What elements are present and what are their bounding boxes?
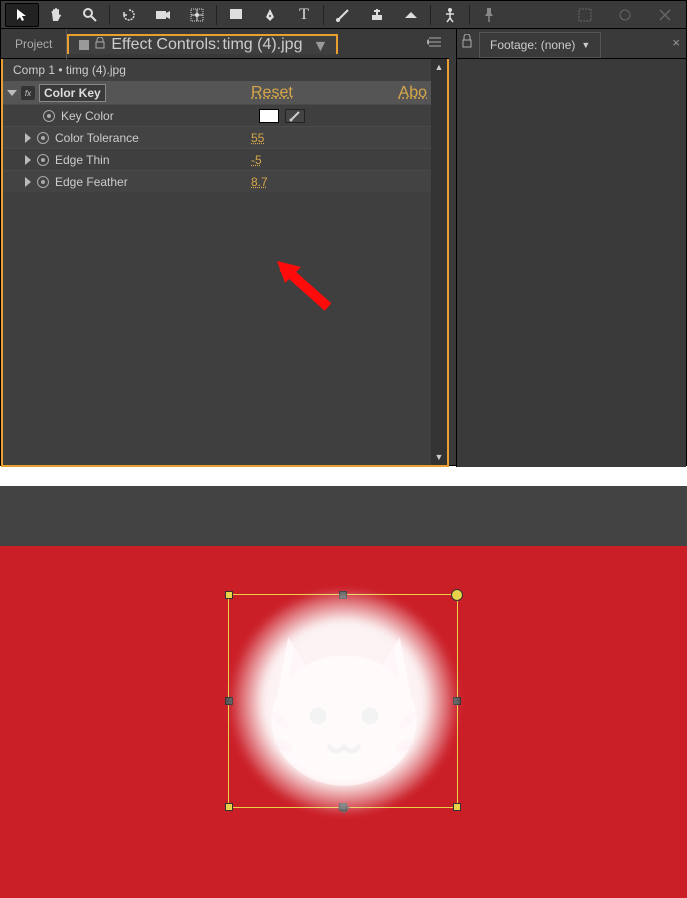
effect-header[interactable]: fx Color Key Reset Abo <box>3 82 447 104</box>
pen-tool[interactable] <box>253 3 287 27</box>
prop-label: Key Color <box>61 109 201 123</box>
footage-tab[interactable]: Footage: (none) ▼ <box>479 32 601 58</box>
chevron-down-icon: ▼ <box>581 40 590 50</box>
stopwatch-icon[interactable] <box>37 132 49 144</box>
brush-tool[interactable] <box>326 3 360 27</box>
tab-ec-prefix: Effect Controls: <box>111 36 220 54</box>
prop-label: Edge Thin <box>55 153 195 167</box>
puppet-tool[interactable] <box>433 3 467 27</box>
eyedropper-icon[interactable] <box>285 109 305 123</box>
main-toolbar: T <box>1 1 686 29</box>
close-icon[interactable]: × <box>672 35 680 50</box>
comp-path: Comp 1 • timg (4).jpg <box>3 59 447 82</box>
prop-label: Edge Feather <box>55 175 195 189</box>
selection-tool[interactable] <box>5 3 39 27</box>
stopwatch-icon[interactable] <box>37 154 49 166</box>
tab-ec-file: timg (4).jpg <box>222 36 302 54</box>
camera-tool[interactable] <box>146 3 180 27</box>
tab-project-label: Project <box>15 37 52 51</box>
eraser-tool[interactable] <box>394 3 428 27</box>
prop-edge-thin: Edge Thin -5 <box>3 148 447 170</box>
lock-icon <box>95 36 105 54</box>
prop-value[interactable]: -5 <box>251 153 262 167</box>
rotate-tool[interactable] <box>112 3 146 27</box>
footage-tab-label: Footage: (none) <box>490 38 575 52</box>
composition-preview <box>0 486 687 898</box>
effect-controls-body: Comp 1 • timg (4).jpg fx Color Key Reset… <box>1 59 449 467</box>
comp-titlebar <box>0 486 687 546</box>
annotation-arrow <box>273 257 343 322</box>
rotation-handle[interactable] <box>451 589 463 601</box>
prop-color-tolerance: Color Tolerance 55 <box>3 126 447 148</box>
fx-icon[interactable]: fx <box>21 86 35 100</box>
prop-label: Color Tolerance <box>55 131 195 145</box>
scrollbar[interactable]: ▲ ▼ <box>431 59 447 465</box>
disclosure-triangle-icon[interactable] <box>7 90 17 96</box>
stopwatch-icon[interactable] <box>37 176 49 188</box>
comp-viewport[interactable] <box>0 546 687 898</box>
panel-menu-icon[interactable] <box>427 35 443 53</box>
chevron-down-icon[interactable]: ▼ <box>312 38 326 52</box>
hand-tool[interactable] <box>39 3 73 27</box>
scroll-up-icon[interactable]: ▲ <box>431 59 447 75</box>
layer-bounding-box[interactable] <box>228 594 458 808</box>
clone-tool[interactable] <box>360 3 394 27</box>
effect-name[interactable]: Color Key <box>39 84 106 102</box>
type-tool[interactable]: T <box>287 3 321 27</box>
disclosure-triangle-icon[interactable] <box>25 155 31 165</box>
layer-icon <box>79 40 89 50</box>
workspace-icon-1[interactable] <box>568 3 602 27</box>
scroll-down-icon[interactable]: ▼ <box>431 449 447 465</box>
transform-handle[interactable] <box>225 803 233 811</box>
tab-project[interactable]: Project <box>1 29 67 59</box>
effect-controls-panel: T <box>0 0 687 466</box>
pin-tool[interactable] <box>472 3 506 27</box>
anchor-tool[interactable] <box>180 3 214 27</box>
workspace-icon-2[interactable] <box>608 3 642 27</box>
rect-tool[interactable] <box>219 3 253 27</box>
disclosure-triangle-icon[interactable] <box>25 133 31 143</box>
prop-key-color: Key Color <box>3 104 447 126</box>
transform-handle[interactable] <box>453 803 461 811</box>
layer-image[interactable] <box>247 609 441 795</box>
workspace-icon-3[interactable] <box>648 3 682 27</box>
transform-handle[interactable] <box>225 591 233 599</box>
reset-link[interactable]: Reset <box>251 84 293 102</box>
prop-value[interactable]: 55 <box>251 131 264 145</box>
stopwatch-icon[interactable] <box>43 110 55 122</box>
lock-icon[interactable] <box>461 34 473 53</box>
prop-edge-feather: Edge Feather 8.7 <box>3 170 447 192</box>
color-swatch[interactable] <box>259 109 279 123</box>
zoom-tool[interactable] <box>73 3 107 27</box>
disclosure-triangle-icon[interactable] <box>25 177 31 187</box>
panel-tabs: Project Effect Controls: timg (4).jpg ▼ <box>1 29 449 59</box>
tab-effect-controls[interactable]: Effect Controls: timg (4).jpg ▼ <box>67 34 338 54</box>
about-link[interactable]: Abo <box>399 84 427 102</box>
footage-panel: Footage: (none) ▼ × <box>456 29 686 467</box>
prop-value-edge-feather[interactable]: 8.7 <box>251 175 268 189</box>
